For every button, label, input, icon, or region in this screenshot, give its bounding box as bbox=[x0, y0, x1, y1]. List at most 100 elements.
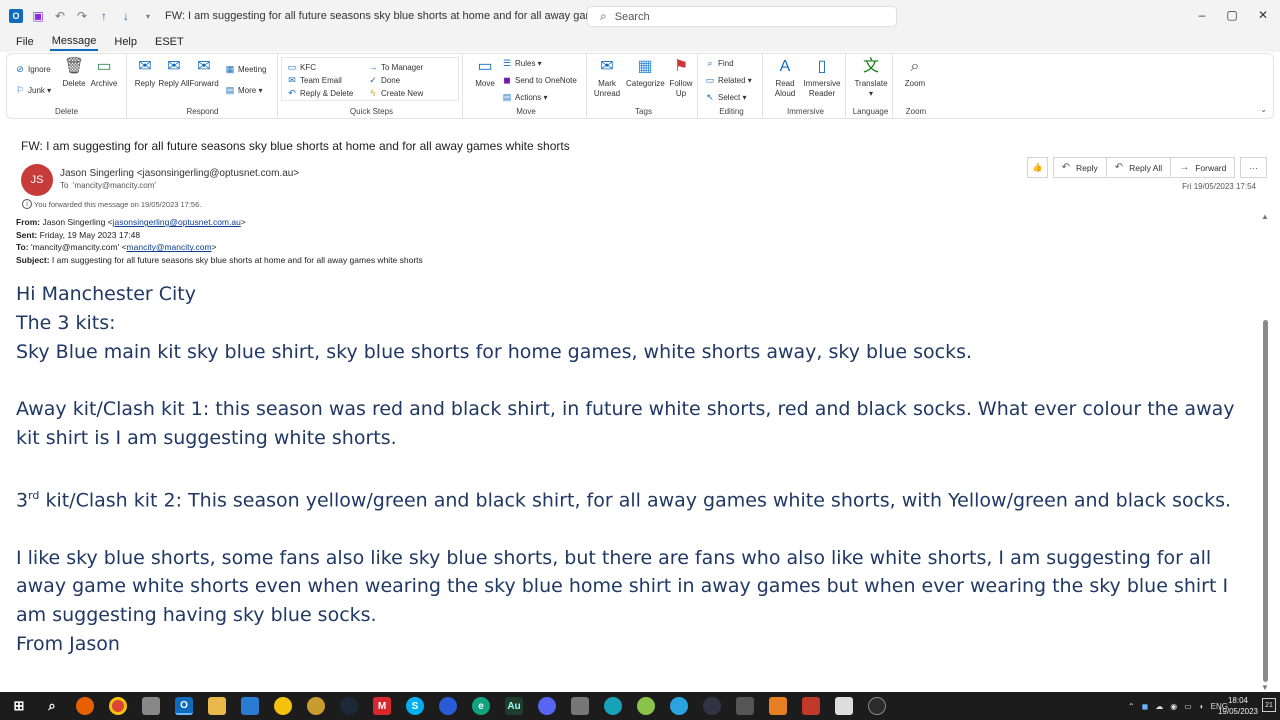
app-green-icon[interactable] bbox=[637, 697, 655, 715]
more-label: More bbox=[238, 86, 257, 95]
maximize-icon[interactable]: ▢ bbox=[1225, 8, 1239, 22]
related-button[interactable]: ▭ Related ▾ bbox=[705, 75, 752, 86]
fwd-to-email-link[interactable]: mancity@mancity.com bbox=[127, 242, 212, 252]
like-button[interactable]: 👍 bbox=[1027, 157, 1048, 178]
file-explorer-icon[interactable] bbox=[208, 697, 226, 715]
ignore-button[interactable]: ⊘ Ignore bbox=[15, 64, 50, 75]
discord-icon[interactable] bbox=[538, 697, 556, 715]
audition-icon[interactable]: Au bbox=[505, 697, 523, 715]
more-actions-button[interactable]: ··· bbox=[1240, 157, 1267, 178]
app-slides-icon[interactable] bbox=[769, 697, 787, 715]
tray-volume-icon[interactable]: ◖ bbox=[1199, 702, 1204, 711]
reply-all-button[interactable]: ✉ Reply All bbox=[157, 57, 191, 89]
media-player-icon[interactable] bbox=[142, 697, 160, 715]
ribbon-collapse-icon[interactable]: ⌄ bbox=[1260, 105, 1267, 114]
app-yellow-icon[interactable] bbox=[274, 697, 292, 715]
bluetooth-icon[interactable] bbox=[439, 697, 457, 715]
junk-button[interactable]: ⚐ Junk ▾ bbox=[15, 85, 51, 96]
move-button[interactable]: ▭ Move bbox=[468, 57, 502, 89]
quick-step-to-manager[interactable]: → To Manager bbox=[368, 62, 424, 72]
steam-icon[interactable] bbox=[340, 697, 358, 715]
app-teal-icon[interactable] bbox=[604, 697, 622, 715]
mega-icon[interactable]: M bbox=[373, 697, 391, 715]
tray-cloud-icon[interactable]: ☁ bbox=[1155, 702, 1163, 711]
find-button[interactable]: ⌕ Find bbox=[705, 58, 733, 69]
fwd-from-email-link[interactable]: jasonsingerling@optusnet.com.au bbox=[113, 217, 241, 227]
windows-start-icon[interactable]: ⊞ bbox=[10, 697, 28, 715]
rules-button[interactable]: ☰ Rules ▾ bbox=[502, 58, 542, 69]
quick-step-label: Done bbox=[381, 76, 401, 85]
move-folder-icon: ▭ bbox=[477, 58, 493, 75]
translate-button[interactable]: 文 Translate ▾ bbox=[851, 57, 891, 99]
mark-unread-label: Mark Unread bbox=[593, 79, 621, 98]
reply-action-button[interactable]: ↶ Reply bbox=[1052, 157, 1107, 178]
quick-step-kfc[interactable]: ▭ KFC bbox=[287, 62, 316, 73]
app-active-icon[interactable] bbox=[868, 697, 886, 715]
select-button[interactable]: ↖ Select ▾ bbox=[705, 92, 746, 103]
scroll-down-icon[interactable]: ▼ bbox=[1259, 683, 1271, 692]
skype-icon[interactable]: S bbox=[406, 697, 424, 715]
app-red-icon[interactable] bbox=[802, 697, 820, 715]
recipient[interactable]: 'mancity@mancity.com' bbox=[73, 181, 156, 190]
app-notes-icon[interactable] bbox=[835, 697, 853, 715]
quick-step-reply-delete[interactable]: ↶ Reply & Delete bbox=[287, 88, 353, 99]
app-grey-icon[interactable] bbox=[571, 697, 589, 715]
taskbar-search-icon[interactable]: ⌕ bbox=[43, 697, 61, 715]
tab-message[interactable]: Message bbox=[49, 33, 99, 51]
fwd-to-label: To: bbox=[16, 242, 29, 253]
archive-label: Archive bbox=[90, 79, 118, 88]
outlook-taskbar-icon[interactable]: O bbox=[175, 697, 193, 715]
scroll-up-icon[interactable]: ▲ bbox=[1259, 212, 1271, 221]
search-box[interactable]: ⌕ Search bbox=[587, 6, 897, 27]
delete-button[interactable]: 🗑 Delete bbox=[57, 57, 91, 89]
redo-icon[interactable]: ↷ bbox=[75, 9, 89, 23]
fwd-from-label: From: bbox=[16, 217, 41, 227]
undo-icon[interactable]: ↶ bbox=[53, 9, 67, 23]
tray-chevron-icon[interactable]: ⌃ bbox=[1128, 702, 1135, 711]
meeting-button[interactable]: ▦ Meeting bbox=[225, 64, 267, 75]
read-aloud-button[interactable]: A Read Aloud bbox=[768, 57, 802, 99]
quick-step-done[interactable]: ✓ Done bbox=[368, 75, 400, 86]
actions-button[interactable]: ▤ Actions ▾ bbox=[502, 92, 548, 103]
tray-network-icon[interactable]: ▭ bbox=[1184, 702, 1192, 711]
immersive-reader-button[interactable]: ▯ Immersive Reader bbox=[800, 57, 844, 99]
chrome-icon[interactable] bbox=[109, 697, 127, 715]
sender[interactable]: Jason Singerling <jasonsingerling@optusn… bbox=[60, 168, 299, 179]
follow-up-button[interactable]: ⚑ Follow Up bbox=[664, 57, 698, 99]
archive-button[interactable]: ▭ Archive bbox=[87, 57, 121, 89]
app-gold-icon[interactable] bbox=[307, 697, 325, 715]
tab-file[interactable]: File bbox=[14, 34, 36, 50]
reply-all-action-button[interactable]: ↶ Reply All bbox=[1105, 157, 1172, 178]
firefox-icon[interactable] bbox=[76, 697, 94, 715]
notification-center-icon[interactable]: 21 bbox=[1262, 698, 1276, 712]
quick-step-create-new[interactable]: ϟ Create New bbox=[368, 88, 424, 98]
save-icon[interactable]: ▣ bbox=[31, 9, 45, 23]
zoom-button[interactable]: ⌕ Zoom bbox=[898, 57, 932, 89]
tab-help[interactable]: Help bbox=[112, 34, 139, 50]
mark-unread-button[interactable]: ✉ Mark Unread bbox=[590, 57, 624, 99]
message-scrollbar[interactable]: ▲ ▼ bbox=[1259, 212, 1271, 692]
quick-step-team-email[interactable]: ✉ Team Email bbox=[287, 75, 342, 86]
more-respond-button[interactable]: ▤ More ▾ bbox=[225, 85, 263, 96]
app-dark-icon[interactable] bbox=[703, 697, 721, 715]
categorize-button[interactable]: ▦ Categorize bbox=[626, 57, 665, 89]
next-item-icon[interactable]: ↓ bbox=[119, 9, 133, 23]
minimize-icon[interactable]: – bbox=[1195, 8, 1209, 22]
avatar[interactable]: JS bbox=[21, 164, 53, 196]
app-settings-icon[interactable] bbox=[736, 697, 754, 715]
app-blue-icon[interactable] bbox=[241, 697, 259, 715]
tab-eset[interactable]: ESET bbox=[153, 34, 186, 50]
scrollbar-thumb[interactable] bbox=[1263, 320, 1268, 682]
forward-button[interactable]: ✉ Forward bbox=[187, 57, 221, 89]
close-icon[interactable]: ✕ bbox=[1256, 8, 1270, 22]
send-to-onenote-button[interactable]: ◼ Send to OneNote bbox=[502, 75, 577, 86]
tray-outlook-icon[interactable]: ◼ bbox=[1142, 702, 1149, 711]
customize-toolbar-icon[interactable]: ▾ bbox=[141, 9, 155, 23]
taskbar-clock[interactable]: 18:04 19/05/2023 bbox=[1218, 695, 1258, 717]
telegram-icon[interactable] bbox=[670, 697, 688, 715]
tray-steam-icon[interactable]: ◉ bbox=[1170, 702, 1177, 711]
forward-action-button[interactable]: → Forward bbox=[1170, 157, 1236, 178]
cursor-icon: ↖ bbox=[706, 92, 714, 102]
edge-icon[interactable]: e bbox=[472, 697, 490, 715]
previous-item-icon[interactable]: ↑ bbox=[97, 9, 111, 23]
